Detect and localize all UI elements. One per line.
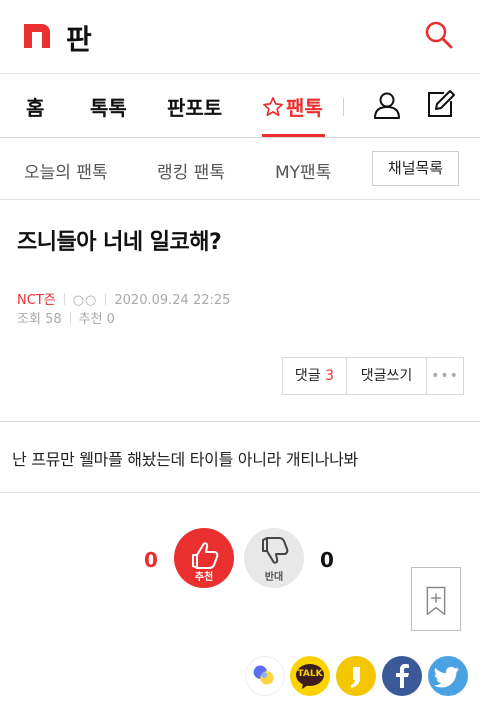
- subnav-ranking[interactable]: 랭킹 팬톡: [157, 158, 225, 183]
- nav-pantotok[interactable]: 판포토: [167, 92, 222, 121]
- upvote-label: 추천: [194, 572, 214, 583]
- content-divider-top: [0, 421, 480, 422]
- facebook-icon: [396, 664, 409, 688]
- downvote-label: 반대: [264, 572, 284, 583]
- logo-text[interactable]: 판: [66, 18, 92, 58]
- kakaostory-icon: [351, 667, 360, 688]
- upvote-button[interactable]: 추천: [174, 528, 234, 588]
- write-comment-button[interactable]: 댓글쓰기: [347, 358, 427, 394]
- post-author[interactable]: NCT즌: [17, 293, 56, 308]
- author-dots: ○○: [72, 293, 98, 308]
- nav-toktok[interactable]: 톡톡: [90, 92, 127, 121]
- upvote-count: 0: [144, 548, 158, 572]
- comment-actions: 댓글 3 댓글쓰기 •••: [282, 357, 464, 395]
- post-meta: NCT즌 ○○ 2020.09.24 22:25: [17, 289, 231, 308]
- views-count: 58: [45, 312, 62, 327]
- nav-home[interactable]: 홈: [26, 92, 44, 121]
- post-body: 난 프뮤만 웰마플 해놨는데 타이틀 아니라 개티나나봐: [12, 450, 358, 469]
- sub-nav: 오늘의 팬톡 랭킹 팬톡 MY팬톡 채널목록: [0, 138, 480, 200]
- share-twitter-button[interactable]: [428, 656, 468, 696]
- post-title: 즈니들아 너네 일코해?: [17, 230, 222, 255]
- comments-count: 3: [325, 368, 335, 384]
- meta-separator: [63, 293, 65, 305]
- user-icon[interactable]: [372, 90, 402, 120]
- content-divider-bottom: [0, 492, 480, 493]
- nav-pantok-label: 팬톡: [286, 96, 323, 120]
- write-icon[interactable]: [424, 88, 456, 120]
- nav-divider: [343, 98, 344, 116]
- share-kakaotalk-button[interactable]: TALK: [290, 656, 330, 696]
- main-nav: 홈 톡톡 판포토 팬톡: [0, 74, 480, 138]
- share-facebook-button[interactable]: [382, 656, 422, 696]
- more-options-button[interactable]: •••: [427, 358, 463, 394]
- recommend-count: 0: [106, 312, 115, 327]
- bookmark-icon: [426, 586, 446, 616]
- subnav-today[interactable]: 오늘의 팬톡: [24, 158, 108, 183]
- post-date: 2020.09.24 22:25: [114, 293, 231, 308]
- kakaotalk-text: TALK: [297, 669, 323, 679]
- meta-separator: [105, 293, 107, 305]
- meta-separator: [69, 312, 71, 324]
- downvote-button[interactable]: 반대: [244, 528, 304, 588]
- share-kakaostory-button[interactable]: [336, 656, 376, 696]
- search-icon[interactable]: [424, 20, 454, 50]
- downvote-count: 0: [320, 548, 334, 572]
- views-label: 조회: [17, 312, 41, 327]
- band-icon: [253, 665, 274, 685]
- share-band-button[interactable]: [245, 656, 285, 696]
- comments-label: 댓글: [294, 368, 321, 384]
- twitter-icon: [433, 666, 459, 688]
- nav-pantok[interactable]: 팬톡: [262, 92, 323, 121]
- top-bar: 판: [0, 0, 480, 74]
- bookmark-button[interactable]: [411, 567, 461, 631]
- comments-button[interactable]: 댓글 3: [283, 358, 347, 394]
- recommend-label: 추천: [78, 312, 103, 327]
- active-tab-indicator: [262, 134, 325, 137]
- post-stats: 조회 58 추천 0: [17, 308, 115, 327]
- subnav-my[interactable]: MY팬톡: [275, 158, 331, 183]
- nate-logo-icon[interactable]: [24, 24, 50, 48]
- star-icon: [263, 97, 283, 117]
- channel-list-button[interactable]: 채널목록: [372, 151, 459, 186]
